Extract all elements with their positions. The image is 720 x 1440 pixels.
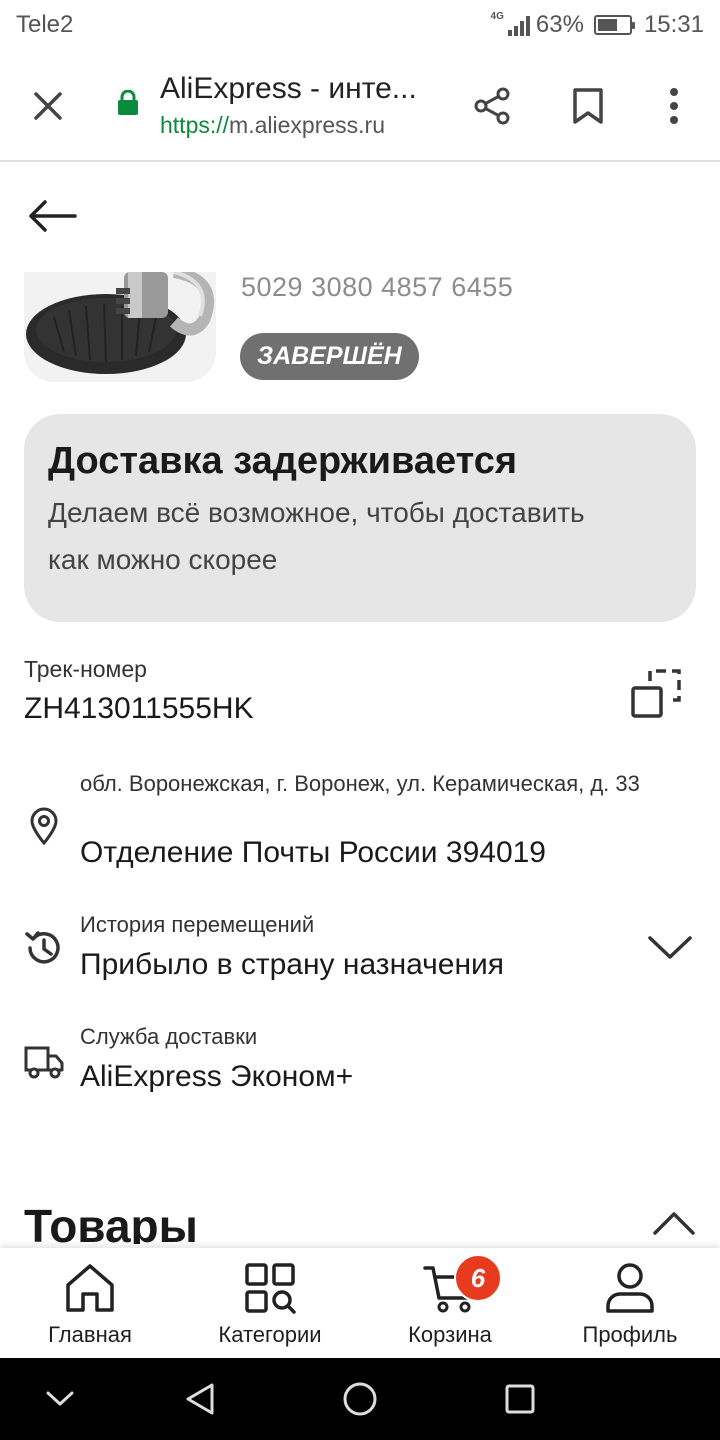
network-type: 4G xyxy=(490,11,504,22)
system-navigation-bar xyxy=(0,1358,720,1440)
signal-icon xyxy=(507,14,530,36)
history-status: Прибыло в страну назначения xyxy=(80,948,505,981)
hide-keyboard-icon[interactable] xyxy=(30,1374,90,1424)
nav-home-label: Главная xyxy=(48,1322,132,1347)
nav-cart[interactable]: 6 Корзина xyxy=(360,1248,540,1356)
nav-profile[interactable]: Профиль xyxy=(540,1248,720,1356)
nav-categories-label: Категории xyxy=(218,1322,322,1347)
nav-cart-label: Корзина xyxy=(408,1322,492,1347)
product-image[interactable] xyxy=(24,272,216,382)
more-vert-icon[interactable] xyxy=(646,78,702,134)
bookmark-icon[interactable] xyxy=(560,78,616,134)
nav-home[interactable]: Главная xyxy=(0,1248,180,1356)
chevron-up-icon[interactable] xyxy=(644,1200,704,1246)
history-label: История перемещений xyxy=(80,912,315,937)
battery-percent: 63% xyxy=(535,11,584,38)
order-number: 5029 3080 4857 6455 xyxy=(241,272,514,302)
url-host: m.aliexpress.ru xyxy=(229,112,385,138)
profile-icon xyxy=(602,1260,658,1316)
goods-section-title: Товары xyxy=(24,1200,198,1244)
nav-categories[interactable]: Категории xyxy=(180,1248,360,1356)
delivery-service-label: Служба доставки xyxy=(80,1024,258,1049)
cart-icon: 6 xyxy=(422,1254,502,1316)
alert-text: Делаем всё возможное, чтобы доставить ка… xyxy=(48,497,585,575)
back-arrow-icon[interactable] xyxy=(22,190,82,242)
cart-count-badge: 6 xyxy=(454,1254,502,1302)
battery-level xyxy=(597,19,617,31)
status-bar: Tele2 4G 63% 15:31 xyxy=(0,0,720,50)
alert-title: Доставка задерживается xyxy=(48,440,518,482)
bottom-navigation: Главная Категории 6 Корзина Профиль xyxy=(0,1248,720,1356)
system-home-icon[interactable] xyxy=(330,1374,390,1424)
clock: 15:31 xyxy=(643,11,704,38)
truck-icon xyxy=(22,1040,66,1084)
history-icon xyxy=(22,926,66,970)
location-pin-icon xyxy=(22,804,66,848)
battery-icon xyxy=(593,15,635,35)
carrier-name: Tele2 xyxy=(16,11,74,38)
share-icon[interactable] xyxy=(464,78,520,134)
url-scheme: https:// xyxy=(160,112,230,138)
system-back-icon[interactable] xyxy=(170,1374,230,1424)
system-recents-icon[interactable] xyxy=(490,1374,550,1424)
status-icons: 4G 63% 15:31 xyxy=(491,8,704,42)
copy-icon[interactable] xyxy=(626,664,686,724)
url-bar[interactable]: https://m.aliexpress.ru xyxy=(160,112,385,139)
tracking-label: Трек-номер xyxy=(24,656,147,682)
nav-profile-label: Профиль xyxy=(582,1322,678,1347)
address-region: обл. Воронежская, г. Воронеж, ул. Керами… xyxy=(80,771,640,796)
delivery-delay-card: Доставка задерживается Делаем всё возмож… xyxy=(24,414,696,622)
page-title[interactable]: AliExpress - инте... xyxy=(160,72,417,106)
tracking-number[interactable]: ZH413011555HK xyxy=(24,692,254,726)
categories-icon xyxy=(242,1260,298,1316)
browser-toolbar: AliExpress - инте... https://m.aliexpres… xyxy=(0,50,720,162)
chevron-down-icon[interactable] xyxy=(640,920,700,976)
address-post-office: Отделение Почты России 394019 xyxy=(80,836,546,869)
delivery-service-name: AliExpress Эконом+ xyxy=(80,1060,354,1093)
home-icon xyxy=(62,1260,118,1316)
close-icon[interactable] xyxy=(24,82,72,130)
order-status-badge: ЗАВЕРШЁН xyxy=(240,333,419,380)
lock-icon xyxy=(117,89,139,116)
